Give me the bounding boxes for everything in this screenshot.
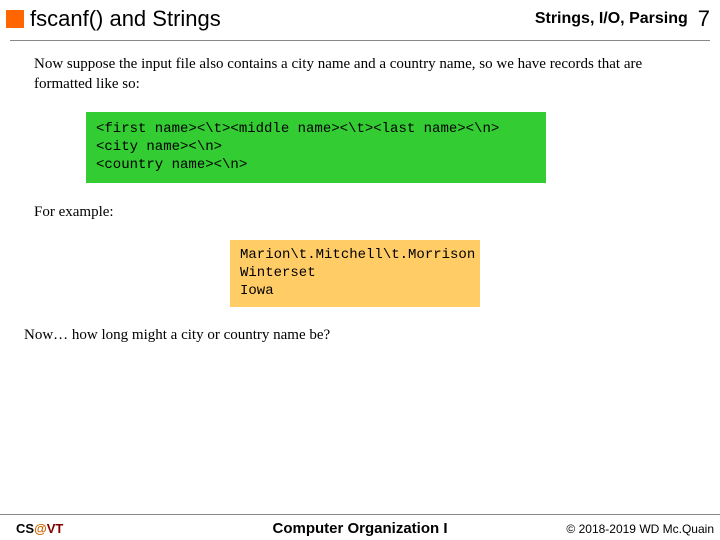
slide-title: fscanf() and Strings	[30, 6, 535, 32]
footer-left: CS@VT	[16, 521, 63, 536]
accent-square	[6, 10, 24, 28]
intro-paragraph: Now suppose the input file also contains…	[34, 55, 686, 94]
slide-content: Now suppose the input file also contains…	[0, 41, 720, 344]
example-codebox: Marion\t.Mitchell\t.Morrison Winterset I…	[230, 240, 480, 307]
page-number: 7	[698, 6, 710, 32]
footer-at: @	[34, 521, 47, 536]
footer-right: © 2018-2019 WD Mc.Quain	[566, 522, 714, 536]
slide-footer: CS@VT Computer Organization I © 2018-201…	[0, 514, 720, 540]
question-paragraph: Now… how long might a city or country na…	[24, 327, 686, 344]
example-label: For example:	[34, 203, 686, 223]
slide-header: fscanf() and Strings Strings, I/O, Parsi…	[0, 0, 720, 40]
footer-cs: CS	[16, 521, 34, 536]
footer-center: Computer Organization I	[272, 520, 447, 537]
slide-subtitle: Strings, I/O, Parsing	[535, 10, 688, 28]
footer-vt: VT	[47, 521, 64, 536]
format-codebox: <first name><\t><middle name><\t><last n…	[86, 112, 546, 183]
